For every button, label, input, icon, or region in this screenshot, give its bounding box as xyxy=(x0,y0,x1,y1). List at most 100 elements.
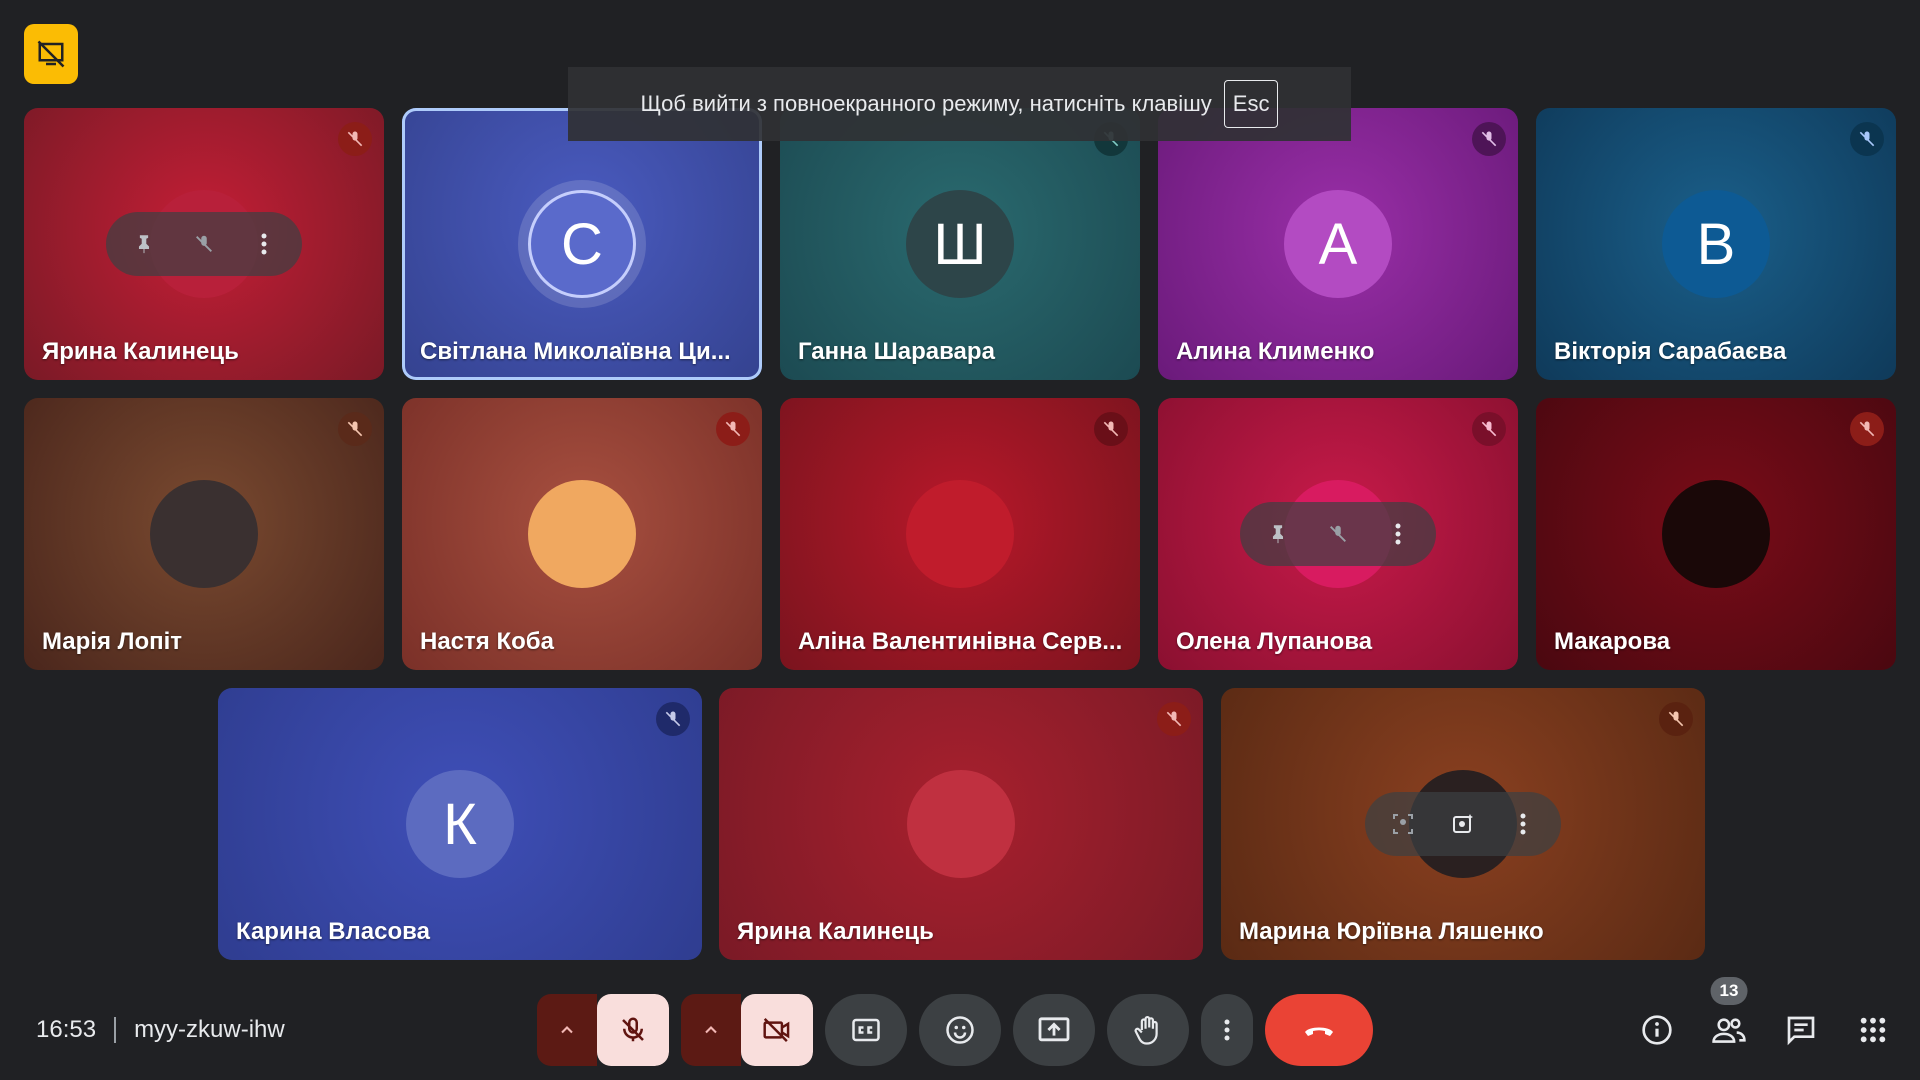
tile-hover-controls xyxy=(106,212,302,276)
participant-name: Ярина Калинець xyxy=(737,918,934,945)
chevron-up-icon xyxy=(705,1026,717,1034)
people-count-badge: 13 xyxy=(1710,977,1748,1005)
participant-tile[interactable]: Олена Лупанова xyxy=(1158,398,1518,670)
apps-grid-icon xyxy=(1860,1017,1886,1043)
more-options-icon[interactable] xyxy=(1503,804,1543,844)
mic-off-icon[interactable] xyxy=(184,224,224,264)
mic-muted-icon xyxy=(338,122,372,156)
people-icon xyxy=(1712,1018,1746,1043)
framing-icon[interactable] xyxy=(1383,804,1423,844)
leave-call-button[interactable] xyxy=(1265,994,1373,1066)
mic-off-icon[interactable] xyxy=(1318,514,1358,554)
tile-hover-controls xyxy=(1240,502,1436,566)
avatar xyxy=(907,770,1015,878)
participant-name: Марина Юріївна Ляшенко xyxy=(1239,918,1544,945)
participant-tile[interactable]: Ярина Калинець xyxy=(24,108,384,380)
camera-toggle-button[interactable] xyxy=(741,994,813,1066)
camera-control xyxy=(681,994,813,1066)
tile-hover-controls xyxy=(1365,792,1561,856)
mic-muted-icon xyxy=(1659,702,1693,736)
video-settings-button[interactable] xyxy=(681,994,741,1066)
participant-name: Настя Коба xyxy=(420,628,554,655)
mic-control xyxy=(537,994,669,1066)
control-bar: 16:53 myy-zkuw-ihw 13 xyxy=(0,977,1920,1080)
avatar: Ш xyxy=(906,190,1014,298)
mic-muted-icon xyxy=(1157,702,1191,736)
emoji-icon xyxy=(946,1016,974,1044)
no-presentation-icon xyxy=(37,40,65,68)
participant-name: Марія Лопіт xyxy=(42,628,183,655)
esc-key-label: Esc xyxy=(1223,80,1279,128)
mic-toggle-button[interactable] xyxy=(597,994,669,1066)
chat-button[interactable] xyxy=(1782,1011,1820,1049)
chat-icon xyxy=(1787,1016,1815,1046)
present-screen-icon xyxy=(1038,1017,1070,1042)
participant-tile[interactable]: В Вікторія Сарабаєва xyxy=(1536,108,1896,380)
pin-icon[interactable] xyxy=(124,224,164,264)
meeting-code[interactable]: myy-zkuw-ihw xyxy=(134,1016,285,1044)
captions-button[interactable] xyxy=(825,994,907,1066)
info-icon xyxy=(1642,1015,1672,1045)
participant-name: Світлана Миколаївна Ци... xyxy=(420,338,731,365)
activities-button[interactable] xyxy=(1854,1011,1892,1049)
raise-hand-button[interactable] xyxy=(1107,994,1189,1066)
participant-name: Олена Лупанова xyxy=(1176,628,1373,655)
end-call-icon xyxy=(1305,1027,1333,1036)
mic-muted-icon xyxy=(338,412,372,446)
participant-name: Карина Власова xyxy=(236,918,430,945)
mic-muted-icon xyxy=(1850,122,1884,156)
participant-name: Ганна Шаравара xyxy=(798,338,995,365)
avatar: А xyxy=(1284,190,1392,298)
participant-name: Ярина Калинець xyxy=(42,338,239,365)
visual-effects-icon[interactable] xyxy=(1443,804,1483,844)
people-button[interactable]: 13 xyxy=(1710,977,1748,1049)
participant-tile[interactable]: Марія Лопіт xyxy=(24,398,384,670)
avatar xyxy=(906,480,1014,588)
audio-settings-button[interactable] xyxy=(537,994,597,1066)
closed-captions-icon xyxy=(852,1018,880,1042)
meeting-details-button[interactable] xyxy=(1638,1011,1676,1049)
reactions-button[interactable] xyxy=(919,994,1001,1066)
mic-muted-icon xyxy=(656,702,690,736)
hand-icon xyxy=(1134,1016,1158,1045)
camera-off-icon xyxy=(763,1018,790,1042)
participant-tile[interactable]: Макарова xyxy=(1536,398,1896,670)
mic-muted-icon xyxy=(716,412,750,446)
more-options-button[interactable] xyxy=(1201,994,1253,1066)
toast-text: Щоб вийти з повноекранного режиму, натис… xyxy=(640,91,1212,116)
fullscreen-toast: Щоб вийти з повноекранного режиму, натис… xyxy=(568,67,1351,141)
avatar: В xyxy=(1662,190,1770,298)
participant-tile[interactable]: К Карина Власова xyxy=(218,688,702,960)
avatar xyxy=(528,480,636,588)
participant-tile[interactable]: Ш Ганна Шаравара xyxy=(780,108,1140,380)
more-options-icon[interactable] xyxy=(1378,514,1418,554)
avatar xyxy=(150,480,258,588)
participant-tile[interactable]: Марина Юріївна Ляшенко xyxy=(1221,688,1705,960)
mic-muted-icon xyxy=(1472,412,1506,446)
pin-icon[interactable] xyxy=(1258,514,1298,554)
present-screen-button[interactable] xyxy=(1013,994,1095,1066)
avatar: С xyxy=(528,190,636,298)
participant-tile[interactable]: Ярина Калинець xyxy=(719,688,1203,960)
participant-tile-active[interactable]: С Світлана Миколаївна Ци... xyxy=(402,108,762,380)
clock: 16:53 xyxy=(36,1016,97,1043)
participant-tile[interactable]: Настя Коба xyxy=(402,398,762,670)
participant-name: Алина Клименко xyxy=(1176,338,1375,365)
mic-muted-icon xyxy=(1850,412,1884,446)
participant-name: Вікторія Сарабаєва xyxy=(1554,338,1787,365)
participant-name: Аліна Валентинівна Серв... xyxy=(798,628,1123,655)
mic-muted-icon xyxy=(1094,412,1128,446)
side-panel-buttons: 13 xyxy=(1638,977,1892,1049)
participant-name: Макарова xyxy=(1554,628,1671,655)
participant-tile[interactable]: А Алина Клименко xyxy=(1158,108,1518,380)
avatar: К xyxy=(406,770,514,878)
meeting-info: 16:53 myy-zkuw-ihw xyxy=(36,1016,285,1044)
divider xyxy=(114,1017,117,1043)
more-options-icon[interactable] xyxy=(244,224,284,264)
participant-tile[interactable]: Аліна Валентинівна Серв... xyxy=(780,398,1140,670)
call-controls xyxy=(537,994,1373,1066)
more-vert-icon xyxy=(1224,1019,1230,1041)
mic-muted-icon xyxy=(1472,122,1506,156)
presentation-off-badge[interactable] xyxy=(24,24,78,84)
mic-off-icon xyxy=(622,1017,644,1042)
